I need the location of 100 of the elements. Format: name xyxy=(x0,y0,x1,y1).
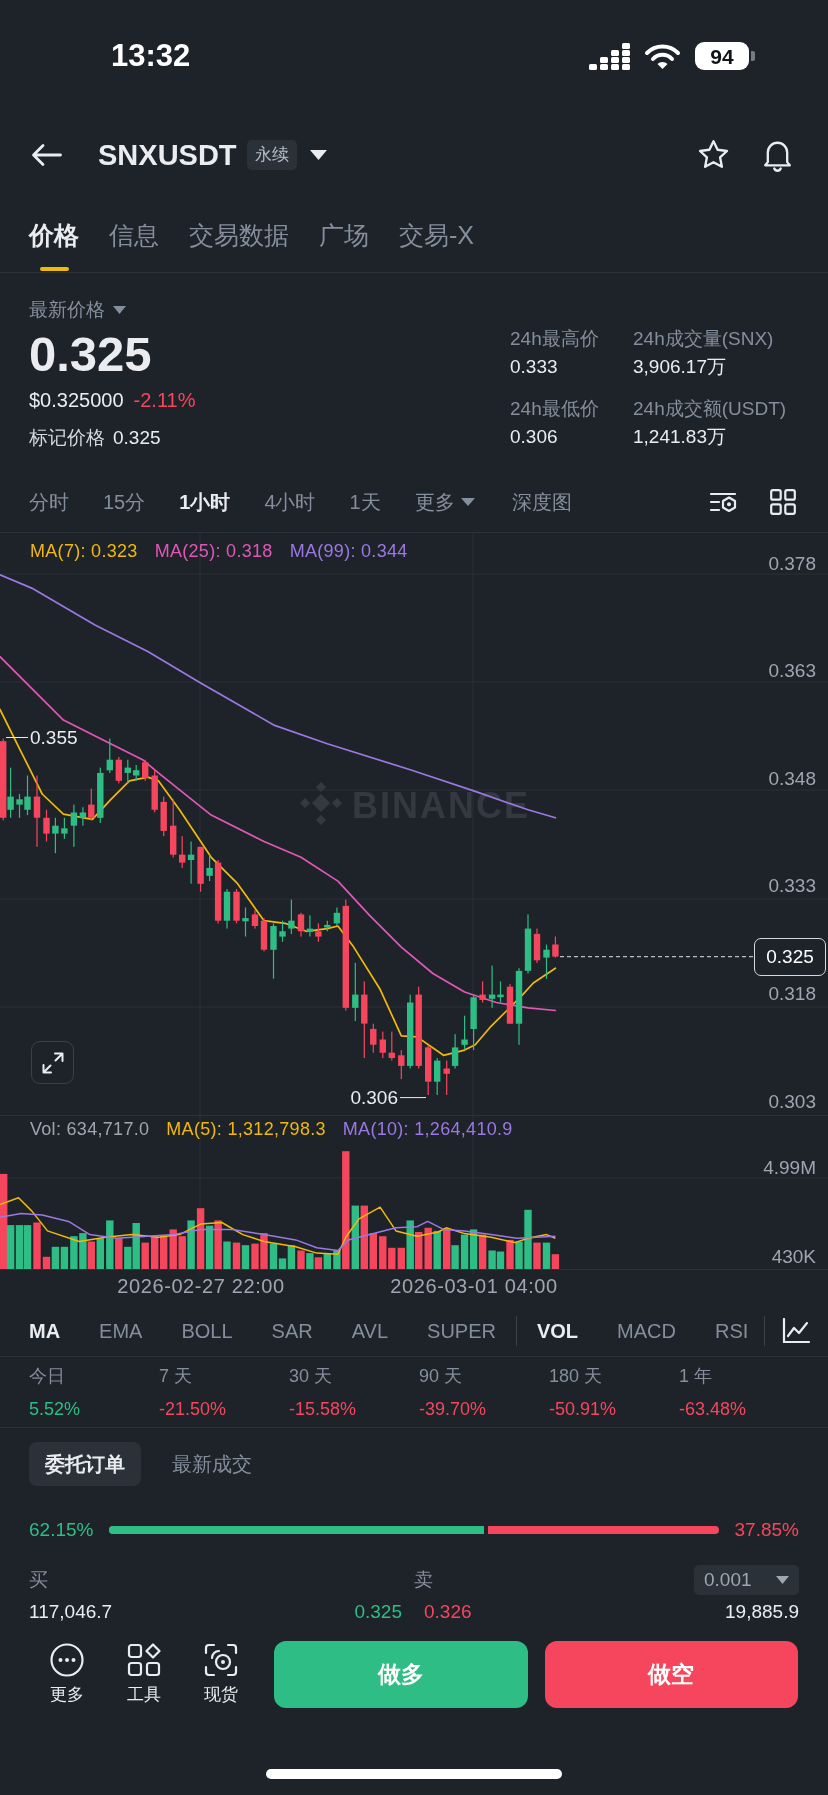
mark-price-value: 0.325 xyxy=(113,426,161,450)
mark-price-label: 标记价格 xyxy=(29,426,105,450)
wifi-icon xyxy=(644,42,681,70)
candlestick xyxy=(151,770,158,813)
tab[interactable]: 信息 xyxy=(109,219,159,271)
volume-bar xyxy=(314,1257,323,1269)
caret-down-icon xyxy=(460,498,475,506)
candlestick xyxy=(479,981,486,1003)
line-chart-icon[interactable] xyxy=(782,1317,810,1344)
indicator-tab[interactable]: SAR xyxy=(271,1317,313,1344)
high-price-label: 0.355 xyxy=(30,727,78,748)
tab[interactable]: 广场 xyxy=(319,219,369,271)
period-change: 5.52% xyxy=(29,1398,82,1420)
candlestick xyxy=(370,1023,377,1053)
candlestick xyxy=(288,899,295,934)
candlestick xyxy=(106,738,113,773)
indicator-tab[interactable]: RSI xyxy=(715,1317,749,1344)
interval-tab[interactable]: 1小时 xyxy=(179,489,231,515)
more-dots-icon xyxy=(50,1643,84,1677)
order-tab[interactable]: 最新成交 xyxy=(156,1442,268,1486)
bid-price: 0.325 xyxy=(354,1602,402,1621)
price-axis-label: 0.348 xyxy=(768,767,816,789)
bid-quantity: 117,046.7 xyxy=(29,1602,113,1621)
indicator-tab[interactable]: MACD xyxy=(617,1317,676,1344)
shapes-grid-icon xyxy=(127,1643,161,1677)
candlestick xyxy=(142,759,149,781)
indicator-settings-icon[interactable] xyxy=(709,490,738,514)
sell-ratio: 37.85% xyxy=(734,1517,799,1542)
tab[interactable]: 交易数据 xyxy=(189,219,289,271)
volume-bar xyxy=(205,1225,214,1269)
volume-bar xyxy=(469,1229,478,1269)
volume-axis-label: 430K xyxy=(771,1246,816,1268)
candlestick xyxy=(388,1031,395,1061)
indicator-tab[interactable]: VOL xyxy=(536,1317,579,1344)
indicator-tab[interactable]: EMA xyxy=(99,1317,143,1344)
interval-tab[interactable]: 1天 xyxy=(349,489,381,515)
precision-dropdown[interactable]: 0.001 xyxy=(694,1565,799,1595)
stat-label: 24h最高价 xyxy=(510,328,600,350)
price-axis-label: 0.378 xyxy=(768,552,816,574)
volume-bar xyxy=(232,1242,241,1269)
candlestick xyxy=(33,775,41,847)
buy-column-label: 买 xyxy=(29,1568,49,1592)
more-dropdown[interactable]: 更多 xyxy=(414,489,475,515)
leader-line xyxy=(399,1097,427,1099)
interval-tab[interactable]: 4小时 xyxy=(264,489,316,515)
price-axis-label: 0.333 xyxy=(768,875,816,897)
price-type-dropdown[interactable]: 最新价格 xyxy=(29,298,196,322)
buy-ratio: 62.15% xyxy=(29,1517,94,1542)
stat-value: 0.333 xyxy=(510,356,559,378)
grid-layout-icon[interactable] xyxy=(770,489,796,515)
status-time: 13:32 xyxy=(111,38,191,74)
order-tab[interactable]: 委托订单 xyxy=(29,1442,141,1486)
caret-down-icon xyxy=(113,306,126,314)
moving-average-legend: MA(7): 0.323 xyxy=(30,540,138,562)
candlestick xyxy=(379,1031,386,1058)
long-button[interactable]: 做多 xyxy=(274,1641,528,1708)
price-axis-label: 0.363 xyxy=(768,660,816,682)
moving-average-legend: MA(25): 0.318 xyxy=(154,540,273,562)
ask-price: 0.326 xyxy=(424,1602,472,1621)
stat-value: 3,906.17万 xyxy=(633,356,727,378)
contract-type-badge: 永续 xyxy=(246,140,297,170)
stat-value: 1,241.83万 xyxy=(633,426,727,448)
indicator-tab[interactable]: MA xyxy=(29,1317,61,1344)
caret-down-icon[interactable] xyxy=(309,150,327,160)
candlestick xyxy=(461,1015,468,1050)
time-axis-label: 2026-02-27 22:00 xyxy=(117,1274,285,1297)
candlestick xyxy=(133,765,140,781)
indicator-tab[interactable]: AVL xyxy=(351,1317,389,1344)
candlestick xyxy=(233,889,240,924)
indicator-tab[interactable]: SUPER xyxy=(427,1317,496,1344)
battery-indicator: 94 xyxy=(695,42,755,70)
volume-bar xyxy=(241,1245,250,1269)
price-axis-label: 0.318 xyxy=(768,982,816,1004)
interval-tab[interactable]: 15分 xyxy=(103,489,146,515)
candlestick xyxy=(270,923,277,979)
stat-value: 0.306 xyxy=(510,426,559,448)
more-button[interactable]: 更多 xyxy=(37,1641,97,1706)
tools-button[interactable]: 工具 xyxy=(114,1641,174,1706)
back-arrow-icon[interactable] xyxy=(31,143,62,167)
tab[interactable]: 价格 xyxy=(29,219,79,271)
expand-button[interactable] xyxy=(31,1041,74,1084)
period-label: 30 天 xyxy=(289,1365,334,1387)
candlestick xyxy=(470,994,477,1050)
volume-axis-label: 4.99M xyxy=(763,1157,816,1179)
candlestick xyxy=(425,1044,432,1095)
sell-column-label: 卖 xyxy=(414,1568,433,1592)
period-change: -21.50% xyxy=(159,1398,228,1420)
short-button[interactable]: 做空 xyxy=(544,1641,798,1708)
indicator-tab[interactable]: BOLL xyxy=(181,1317,233,1344)
star-icon[interactable] xyxy=(697,139,730,171)
depth-chart-tab[interactable]: 深度图 xyxy=(511,489,572,515)
interval-tab[interactable]: 分时 xyxy=(29,489,69,515)
spot-button[interactable]: 现货 xyxy=(191,1641,251,1706)
stat-label: 24h最低价 xyxy=(510,398,600,420)
low-price-label: 0.306 xyxy=(350,1087,398,1109)
candlestick xyxy=(97,767,104,823)
candlestick xyxy=(324,920,331,932)
signal-icon xyxy=(589,42,630,70)
volume-bar xyxy=(15,1225,24,1269)
tab[interactable]: 交易-X xyxy=(399,219,474,271)
